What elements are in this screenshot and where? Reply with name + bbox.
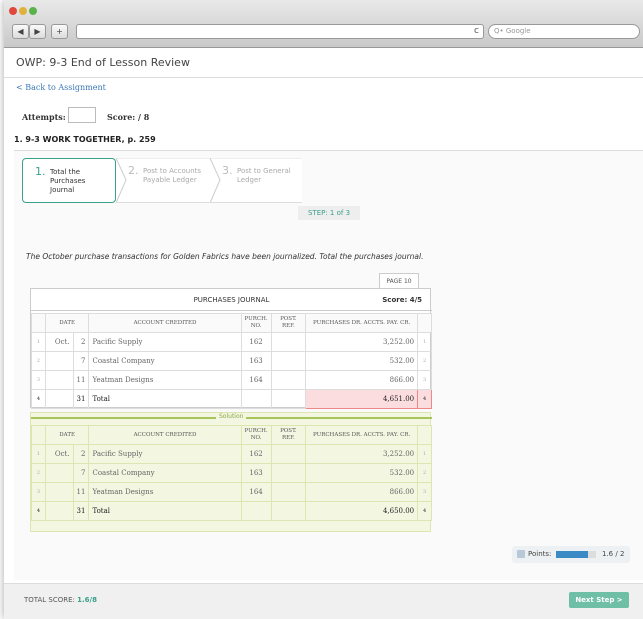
total-day-field[interactable]: 31	[72, 389, 90, 409]
points-progress-fill	[556, 551, 588, 558]
journal-title: PURCHASES JOURNAL	[31, 289, 432, 311]
attempts-label: Attempts:	[22, 112, 66, 122]
left-arrow-icon: ◀	[17, 27, 24, 36]
plus-icon: +	[56, 27, 63, 36]
post-ref-header: POST. REF.	[270, 425, 307, 445]
points-widget: Points: 1.6 / 2	[512, 546, 630, 563]
journal-page-tab: PAGE 10	[379, 273, 419, 288]
table-header-row: DATE ACCOUNT CREDITED PURCH. NO. POST. R…	[31, 425, 432, 445]
back-to-assignment-link[interactable]: < Back to Assignment	[16, 83, 106, 92]
solution-panel: Solution DATE ACCOUNT CREDITED PURCH. NO…	[30, 412, 432, 532]
total-row: 4 31 Total 4,650.00 4	[31, 501, 432, 521]
total-row: 4 31 Total 4,651.00 4	[31, 389, 432, 409]
next-step-button[interactable]: Next Step >	[569, 592, 629, 608]
post-ref-header: POST. REF.	[270, 313, 307, 333]
purch-no-header: PURCH. NO.	[240, 313, 272, 333]
account-header: ACCOUNT CREDITED	[88, 425, 242, 445]
total-score-label: TOTAL SCORE:	[24, 596, 75, 604]
reload-icon[interactable]: c	[474, 25, 479, 38]
points-progress-bar	[556, 551, 596, 558]
total-account-field[interactable]: Total	[88, 389, 242, 409]
solution-label: Solution	[216, 413, 247, 420]
points-value: 1.6 / 2	[602, 550, 625, 558]
table-row: 2 7 Coastal Company 163 532.00 2	[31, 351, 432, 371]
forward-nav-button[interactable]: ▶	[29, 24, 46, 39]
table-row: 3 11 Yeatman Designs 164 866.00 3	[31, 482, 432, 502]
browser-window: ◀ ▶ + c Q• Google OWP: 9-3 End of Lesson…	[4, 0, 643, 619]
table-row: 1 Oct. 2 Pacific Supply 162 3,252.00 1	[31, 444, 432, 464]
step-indicator: STEP: 1 of 3	[298, 206, 360, 220]
amount-header: PURCHASES DR. ACCTS. PAY. CR.	[305, 425, 419, 445]
table-header-row: DATE ACCOUNT CREDITED PURCH. NO. POST. R…	[31, 313, 432, 333]
journal-table: DATE ACCOUNT CREDITED PURCH. NO. POST. R…	[31, 313, 432, 409]
date-header: DATE	[44, 425, 90, 445]
instructions-text: The October purchase transactions for Go…	[26, 252, 424, 261]
table-row: 2 7 Coastal Company 163 532.00 2	[31, 463, 432, 483]
points-icon	[517, 550, 525, 558]
zoom-window-button[interactable]	[29, 7, 37, 15]
browser-toolbar: ◀ ▶ + c Q• Google	[4, 0, 643, 48]
table-row: 1 Oct. 2 Pacific Supply 162 3,252.00 1	[31, 332, 432, 352]
page-title: OWP: 9-3 End of Lesson Review	[4, 48, 643, 78]
attempts-field	[68, 107, 96, 123]
total-score: TOTAL SCORE: 1.6/8	[24, 596, 97, 604]
total-score-value: 1.6/8	[77, 596, 97, 604]
minimize-window-button[interactable]	[19, 7, 27, 15]
purchases-journal: PURCHASES JOURNAL Score: 4/5 DATE ACCOUN…	[30, 288, 432, 409]
work-heading: 1. 9-3 WORK TOGETHER, p. 259	[14, 135, 156, 144]
table-row: 3 11 Yeatman Designs 164 866.00 3	[31, 370, 432, 390]
purch-no-header: PURCH. NO.	[240, 425, 272, 445]
search-input[interactable]: Q• Google	[488, 24, 640, 39]
score-label: Score: / 8	[107, 112, 150, 122]
solution-table: DATE ACCOUNT CREDITED PURCH. NO. POST. R…	[31, 425, 432, 521]
step-chevrons	[115, 158, 302, 203]
account-header: ACCOUNT CREDITED	[88, 313, 242, 333]
date-header: DATE	[44, 313, 90, 333]
total-amount-field[interactable]: 4,651.00	[305, 389, 419, 409]
journal-score: Score: 4/5	[382, 296, 422, 304]
new-tab-button[interactable]: +	[51, 24, 68, 39]
amount-header: PURCHASES DR. ACCTS. PAY. CR.	[305, 313, 419, 333]
points-label: Points:	[528, 550, 552, 558]
step-tabs: 1. Total the Purchases Journal 2. Post t…	[22, 158, 302, 203]
close-window-button[interactable]	[9, 7, 17, 15]
back-nav-button[interactable]: ◀	[12, 24, 29, 39]
right-arrow-icon: ▶	[34, 27, 41, 36]
footer-bar: TOTAL SCORE: 1.6/8 Next Step >	[4, 583, 643, 619]
url-bar[interactable]: c	[76, 24, 484, 39]
